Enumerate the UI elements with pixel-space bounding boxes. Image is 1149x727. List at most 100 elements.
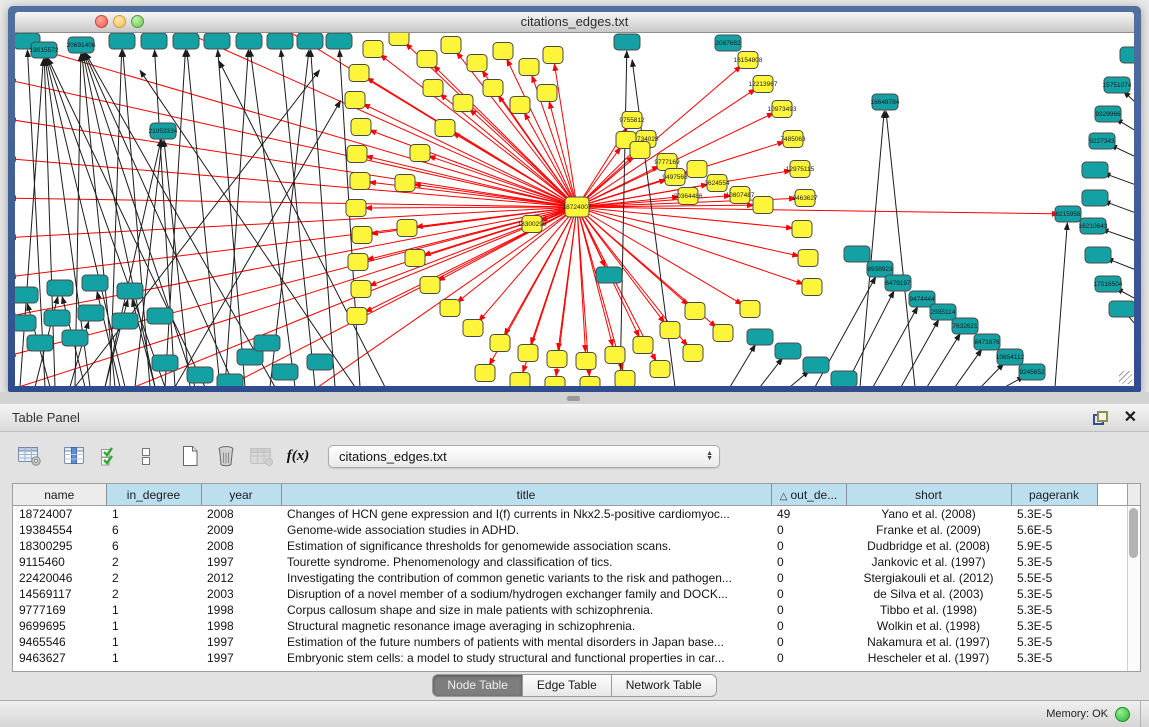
graph-node[interactable] — [576, 353, 596, 370]
table-cell[interactable]: Stergiakouli et al. (2012) — [846, 570, 1011, 586]
create-column-icon[interactable] — [172, 438, 208, 474]
graph-node[interactable] — [660, 322, 680, 339]
graph-node[interactable] — [605, 347, 625, 364]
float-panel-icon[interactable] — [1093, 411, 1108, 425]
graph-node[interactable] — [1082, 162, 1108, 178]
table-cell[interactable]: 2012 — [201, 570, 281, 586]
graph-node[interactable] — [395, 175, 415, 192]
graph-node[interactable] — [490, 335, 510, 352]
table-row[interactable]: 911546021997Tourette syndrome. Phenomeno… — [13, 554, 1127, 570]
graph-node[interactable] — [463, 320, 483, 337]
graph-node[interactable] — [297, 33, 323, 49]
graph-node[interactable] — [389, 33, 409, 46]
graph-node[interactable] — [475, 365, 495, 382]
table-cell[interactable]: 5.3E-5 — [1011, 554, 1097, 570]
graph-node[interactable] — [410, 145, 430, 162]
table-cell[interactable]: Wolkin et al. (1998) — [846, 618, 1011, 634]
table-cell[interactable]: 9465546 — [13, 634, 106, 650]
table-cell[interactable]: Tourette syndrome. Phenomenology and cla… — [281, 554, 771, 570]
table-cell[interactable]: 1998 — [201, 602, 281, 618]
graph-node[interactable] — [109, 33, 135, 49]
graph-node[interactable] — [844, 246, 870, 262]
table-cell[interactable]: 6 — [106, 538, 201, 554]
graph-node[interactable] — [141, 33, 167, 49]
table-cell[interactable]: de Silva et al. (2003) — [846, 586, 1011, 602]
table-cell[interactable]: Genome-wide association studies in ADHD. — [281, 522, 771, 538]
graph-node[interactable] — [152, 355, 178, 371]
graph-node[interactable] — [518, 345, 538, 362]
graph-node[interactable] — [345, 92, 365, 109]
table-selector-dropdown[interactable]: citations_edges.txt ▲▼ — [328, 445, 720, 468]
graph-node[interactable] — [112, 313, 138, 329]
table-cell[interactable]: 5.9E-5 — [1011, 538, 1097, 554]
table-cell[interactable]: Nakamura et al. (1997) — [846, 634, 1011, 650]
delete-column-icon[interactable] — [208, 438, 244, 474]
table-cell[interactable]: 1 — [106, 634, 201, 650]
graph-node[interactable] — [44, 310, 70, 326]
graph-node[interactable] — [78, 305, 104, 321]
table-cell[interactable]: 1997 — [201, 554, 281, 570]
column-header-title[interactable]: title — [281, 484, 771, 506]
table-cell[interactable]: 2 — [106, 570, 201, 586]
table-cell[interactable]: 5.3E-5 — [1011, 602, 1097, 618]
table-row[interactable]: 1456911722003Disruption of a novel membe… — [13, 586, 1127, 602]
graph-node[interactable] — [326, 33, 352, 49]
graph-node[interactable] — [510, 97, 530, 114]
graph-node[interactable] — [351, 281, 371, 298]
graph-node[interactable] — [483, 80, 503, 97]
column-header-out_de[interactable]: △out_de... — [771, 484, 846, 506]
table-cell[interactable]: 1997 — [201, 650, 281, 666]
graph-node[interactable] — [630, 142, 650, 159]
graph-node[interactable] — [363, 41, 383, 58]
table-cell[interactable]: Structural magnetic resonance image aver… — [281, 618, 771, 634]
graph-node[interactable] — [62, 330, 88, 346]
graph-node[interactable] — [352, 227, 372, 244]
table-cell[interactable]: 14569117 — [13, 586, 106, 602]
graph-node[interactable] — [82, 275, 108, 291]
graph-node[interactable] — [510, 373, 530, 387]
graph-node[interactable] — [453, 95, 473, 112]
graph-node[interactable] — [650, 361, 670, 378]
graph-node[interactable] — [15, 315, 36, 331]
table-cell[interactable]: 9115460 — [13, 554, 106, 570]
graph-node[interactable] — [713, 325, 733, 342]
graph-node[interactable] — [307, 354, 333, 370]
graph-node[interactable] — [633, 337, 653, 354]
graph-node[interactable] — [441, 37, 461, 54]
table-cell[interactable]: Estimation of the future numbers of pati… — [281, 634, 771, 650]
table-cell[interactable]: 0 — [771, 538, 846, 554]
graph-node[interactable] — [267, 33, 293, 49]
table-cell[interactable]: 2003 — [201, 586, 281, 602]
graph-node[interactable] — [614, 34, 640, 50]
table-row[interactable]: 969969511998Structural magnetic resonanc… — [13, 618, 1127, 634]
row-selection-icon[interactable] — [92, 438, 128, 474]
table-cell[interactable]: 5.3E-5 — [1011, 634, 1097, 650]
graph-node[interactable] — [405, 250, 425, 267]
column-header-year[interactable]: year — [201, 484, 281, 506]
table-cell[interactable]: 1997 — [201, 634, 281, 650]
tab-edge-table[interactable]: Edge Table — [523, 674, 612, 697]
table-cell[interactable]: Hescheler et al. (1997) — [846, 650, 1011, 666]
table-cell[interactable]: 5.3E-5 — [1011, 506, 1097, 523]
table-cell[interactable]: 18724007 — [13, 506, 106, 523]
graph-node[interactable] — [537, 85, 557, 102]
table-cell[interactable]: Dudbridge et al. (2008) — [846, 538, 1011, 554]
delete-table-icon[interactable] — [244, 438, 280, 474]
memory-status-indicator[interactable] — [1115, 707, 1130, 722]
divider-handle-icon[interactable] — [567, 396, 580, 401]
column-header-short[interactable]: short — [846, 484, 1011, 506]
table-cell[interactable]: 6 — [106, 522, 201, 538]
scrollbar-thumb[interactable] — [1129, 508, 1138, 558]
graph-node[interactable] — [147, 308, 173, 324]
graph-node[interactable] — [747, 329, 773, 345]
column-header-in_degree[interactable]: in_degree — [106, 484, 201, 506]
table-cell[interactable]: 0 — [771, 522, 846, 538]
graph-node[interactable] — [831, 371, 857, 386]
graph-node[interactable] — [803, 357, 829, 373]
graph-node[interactable] — [272, 364, 298, 380]
graph-node[interactable] — [27, 335, 53, 351]
graph-node[interactable] — [350, 173, 370, 190]
column-header-pagerank[interactable]: pagerank — [1011, 484, 1097, 506]
graph-node[interactable] — [346, 200, 366, 217]
table-cell[interactable]: 2 — [106, 554, 201, 570]
